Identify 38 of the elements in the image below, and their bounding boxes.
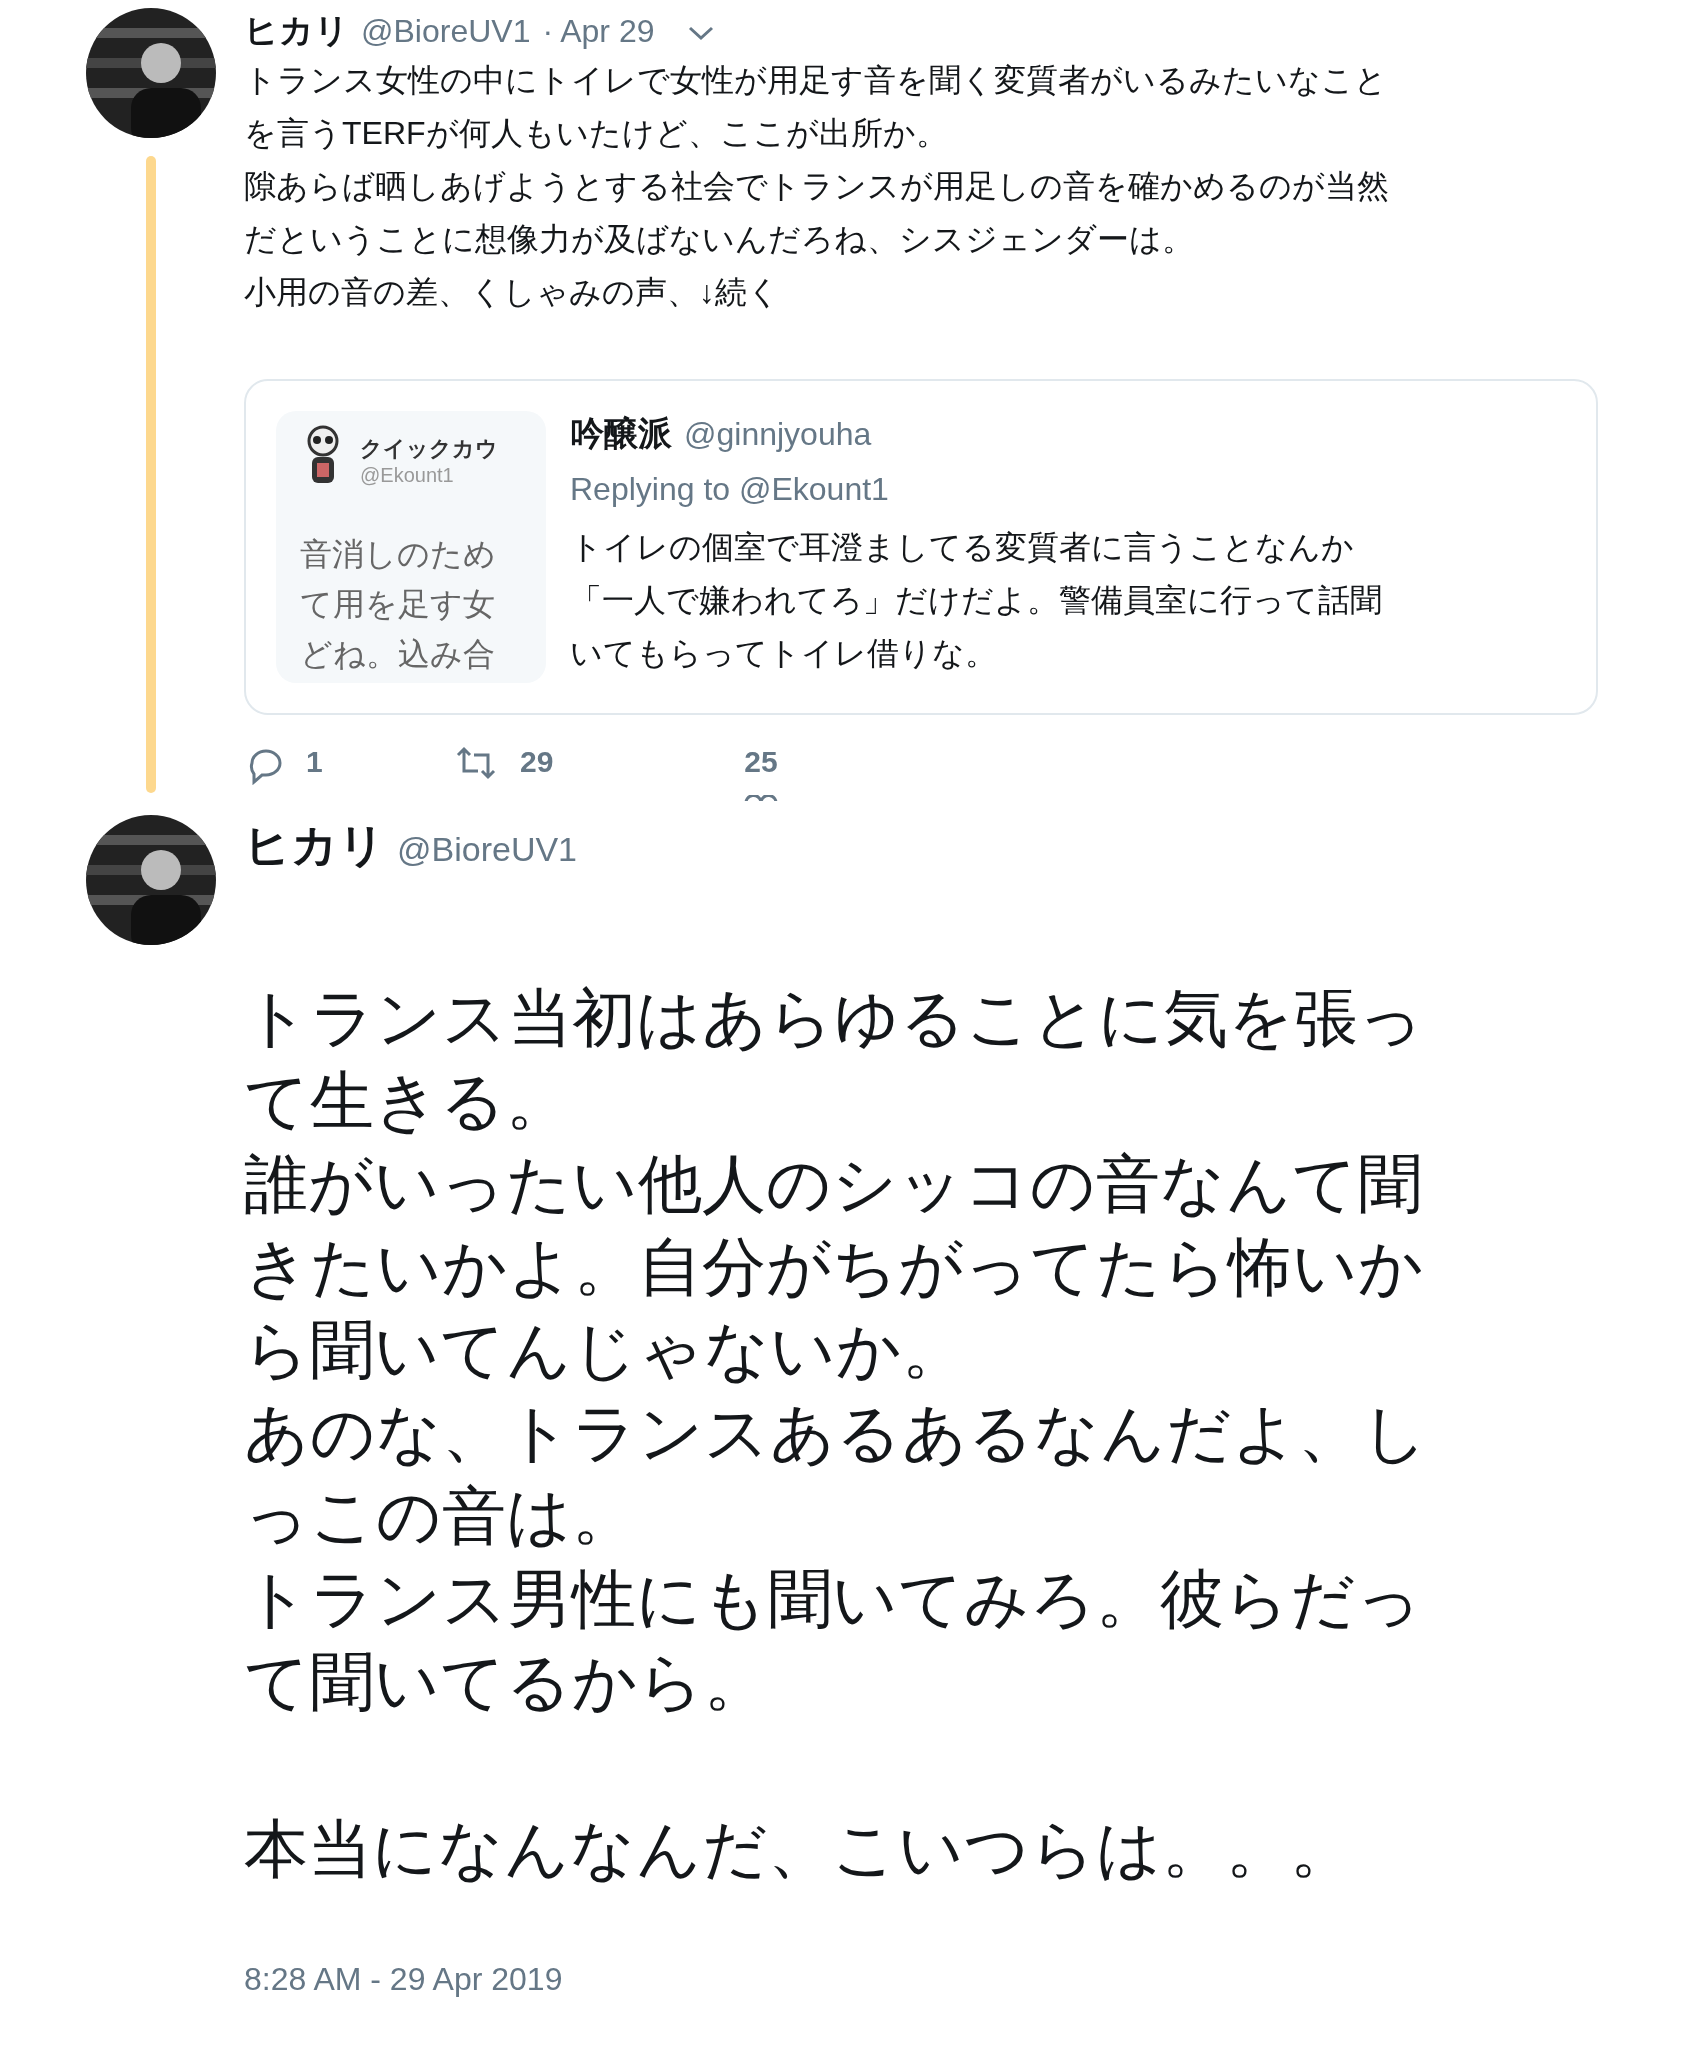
tweet-text: きたいかよ。自分がちがってたら怖いか: [244, 1230, 1425, 1305]
tweet-text: っこの音は。: [244, 1479, 637, 1554]
tweet-text: 隙あらば晒しあげようとする社会でトランスが用足しの音を確かめるのが当然: [244, 167, 1390, 206]
user-handle[interactable]: @BioreUV1: [397, 830, 578, 869]
tweet-text: て聞いてるから。: [244, 1645, 769, 1720]
user-handle[interactable]: @BioreUV1: [361, 13, 531, 50]
screenshot-text: どね。込み合: [300, 635, 496, 674]
screenshot-user-handle: @Ekount1: [360, 463, 455, 487]
quoted-text: トイレの個室で耳澄ましてる変質者に言うことなんか: [570, 528, 1355, 567]
tweet-text: トランス当初はあらゆることに気を張っ: [244, 981, 1425, 1056]
reply-count: 1: [306, 745, 323, 779]
quoted-user-handle: @ginnjyouha: [684, 416, 872, 453]
quoted-text: いてもらってトイレ借りな。: [570, 634, 998, 673]
tweet-text: て生きる。: [244, 1064, 571, 1139]
retweet-icon[interactable]: [454, 745, 498, 781]
tweet-text: だということに想像力が及ばないんだろね、シスジェンダーは。: [244, 220, 1195, 259]
tweet-text: あのな、トランスあるあるなんだよ、し: [244, 1396, 1429, 1471]
user-name[interactable]: ヒカリ: [244, 815, 385, 877]
tweet-text: 本当になんなんだ、こいつらは。。。: [244, 1812, 1355, 1887]
tweet-text: 小用の音の差、くしゃみの声、↓続く: [244, 273, 781, 312]
screenshot-text: 音消しのため: [300, 535, 497, 574]
tweet-text: を言うTERFが何人もいたけど、ここが出所か。: [244, 114, 949, 153]
tweet-text: トランス女性の中にトイレで女性が用足す音を聞く変質者がいるみたいなこと: [244, 61, 1388, 100]
chevron-icon[interactable]: [686, 24, 715, 42]
tweet-text: 誰がいったい他人のシッコの音なんて聞: [244, 1147, 1423, 1222]
like-count: 25: [744, 745, 778, 779]
screenshot-text: て用を足す女: [300, 585, 496, 624]
quoted-text: 「一人で嫌われてろ」だけだよ。警備員室に行って話聞: [570, 581, 1382, 620]
tweet-text: トランス男性にも聞いてみろ。彼らだっ: [244, 1562, 1423, 1637]
quoted-tweet[interactable]: クイックカウ @Ekount1 音消しのため て用を足す女 どね。込み合 吟醸派 @ginnjyouha Replying to @Ekount1 トイレの個室で耳澄ましてる変質者に言うことなんか 「一人で嫌われてろ」だけだよ。警備員室に行って話聞 いてもらってトイレ借りな。: [244, 379, 1598, 715]
tweet-timestamp[interactable]: 8:28 AM - 29 Apr 2019: [244, 1961, 1598, 1998]
user-name[interactable]: ヒカリ: [244, 8, 349, 54]
screenshot-user-name: クイックカウ: [360, 434, 498, 463]
replying-to-text: Replying to @Ekount1: [570, 470, 890, 509]
tweet-date[interactable]: · Apr 29: [542, 13, 655, 50]
quoted-user-name: 吟醸派: [570, 413, 672, 454]
retweet-count: 29: [520, 745, 554, 779]
tweet-text: ら聞いてんじゃないか。: [244, 1313, 967, 1388]
